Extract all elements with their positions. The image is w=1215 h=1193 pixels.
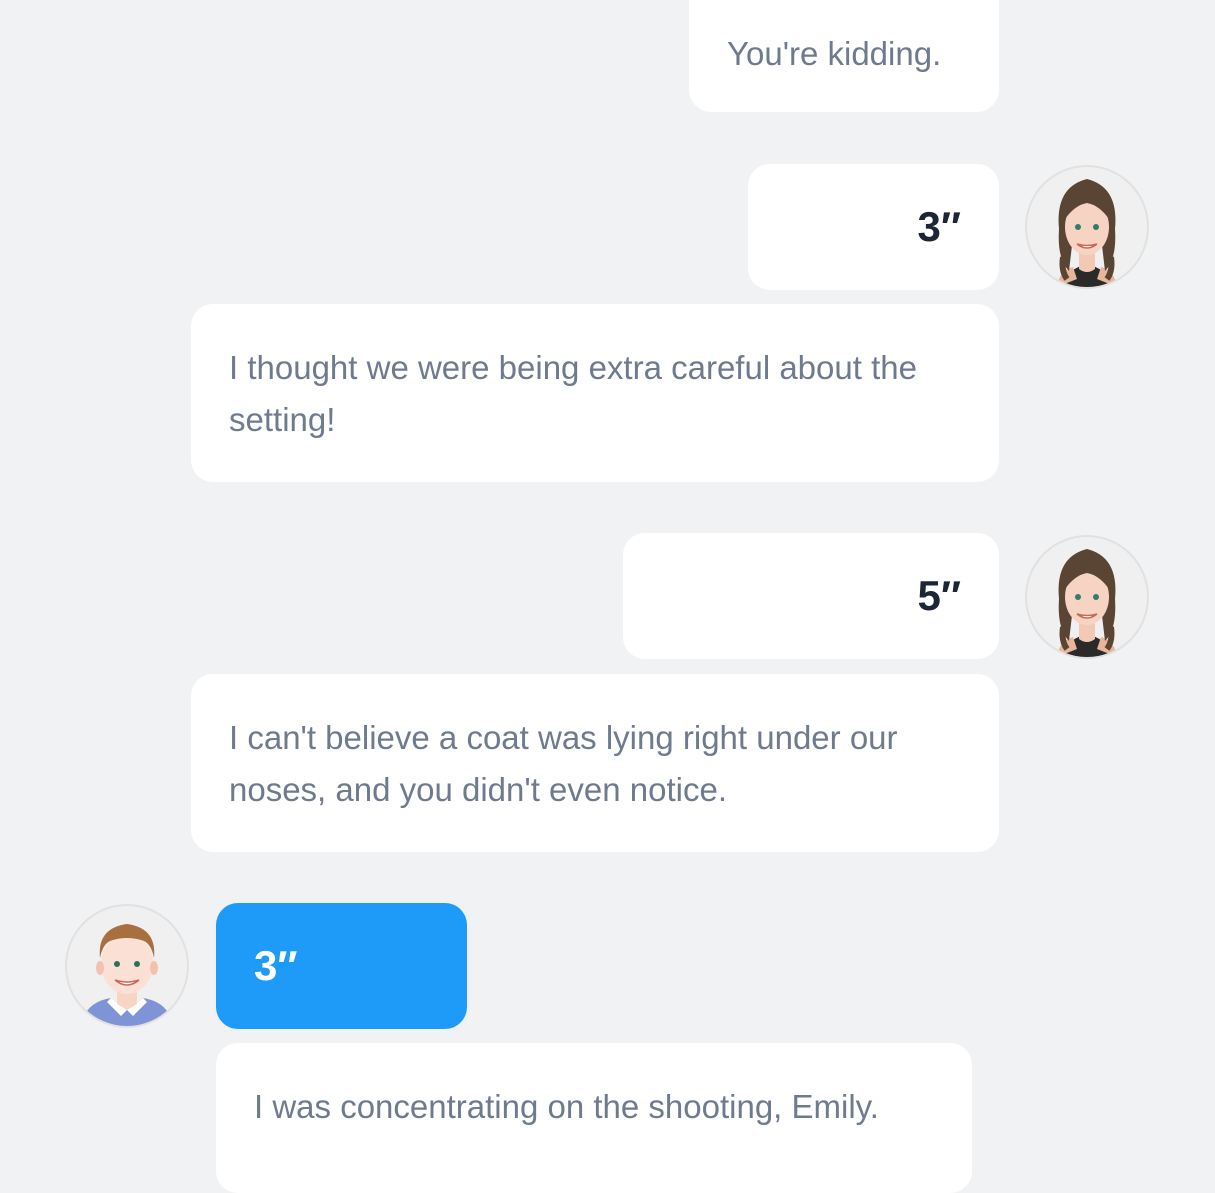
message-text: I thought we were being extra careful ab… — [229, 349, 917, 438]
woman-avatar[interactable] — [1025, 165, 1149, 289]
woman-avatar-icon — [1057, 549, 1117, 657]
voice-duration: 3″ — [254, 942, 298, 989]
voice-duration: 5″ — [917, 572, 961, 619]
woman-avatar[interactable] — [1025, 535, 1149, 659]
voice-message-button[interactable]: 3″ — [216, 903, 467, 1029]
voice-message-button[interactable]: 5″ — [623, 533, 999, 659]
man-avatar-icon — [81, 924, 173, 1026]
message-text: I was concentrating on the shooting, Emi… — [254, 1088, 879, 1125]
woman-avatar-icon — [1057, 179, 1117, 287]
voice-duration: 3″ — [917, 203, 961, 250]
message-text: You're kidding. — [727, 35, 942, 72]
message-text: I can't believe a coat was lying right u… — [229, 719, 898, 808]
message-bubble: I can't believe a coat was lying right u… — [191, 674, 999, 852]
voice-message-button[interactable]: 3″ — [748, 164, 999, 290]
message-bubble: You're kidding. — [689, 0, 999, 112]
man-avatar[interactable] — [65, 904, 189, 1028]
message-bubble: I thought we were being extra careful ab… — [191, 304, 999, 482]
message-bubble: I was concentrating on the shooting, Emi… — [216, 1043, 972, 1193]
